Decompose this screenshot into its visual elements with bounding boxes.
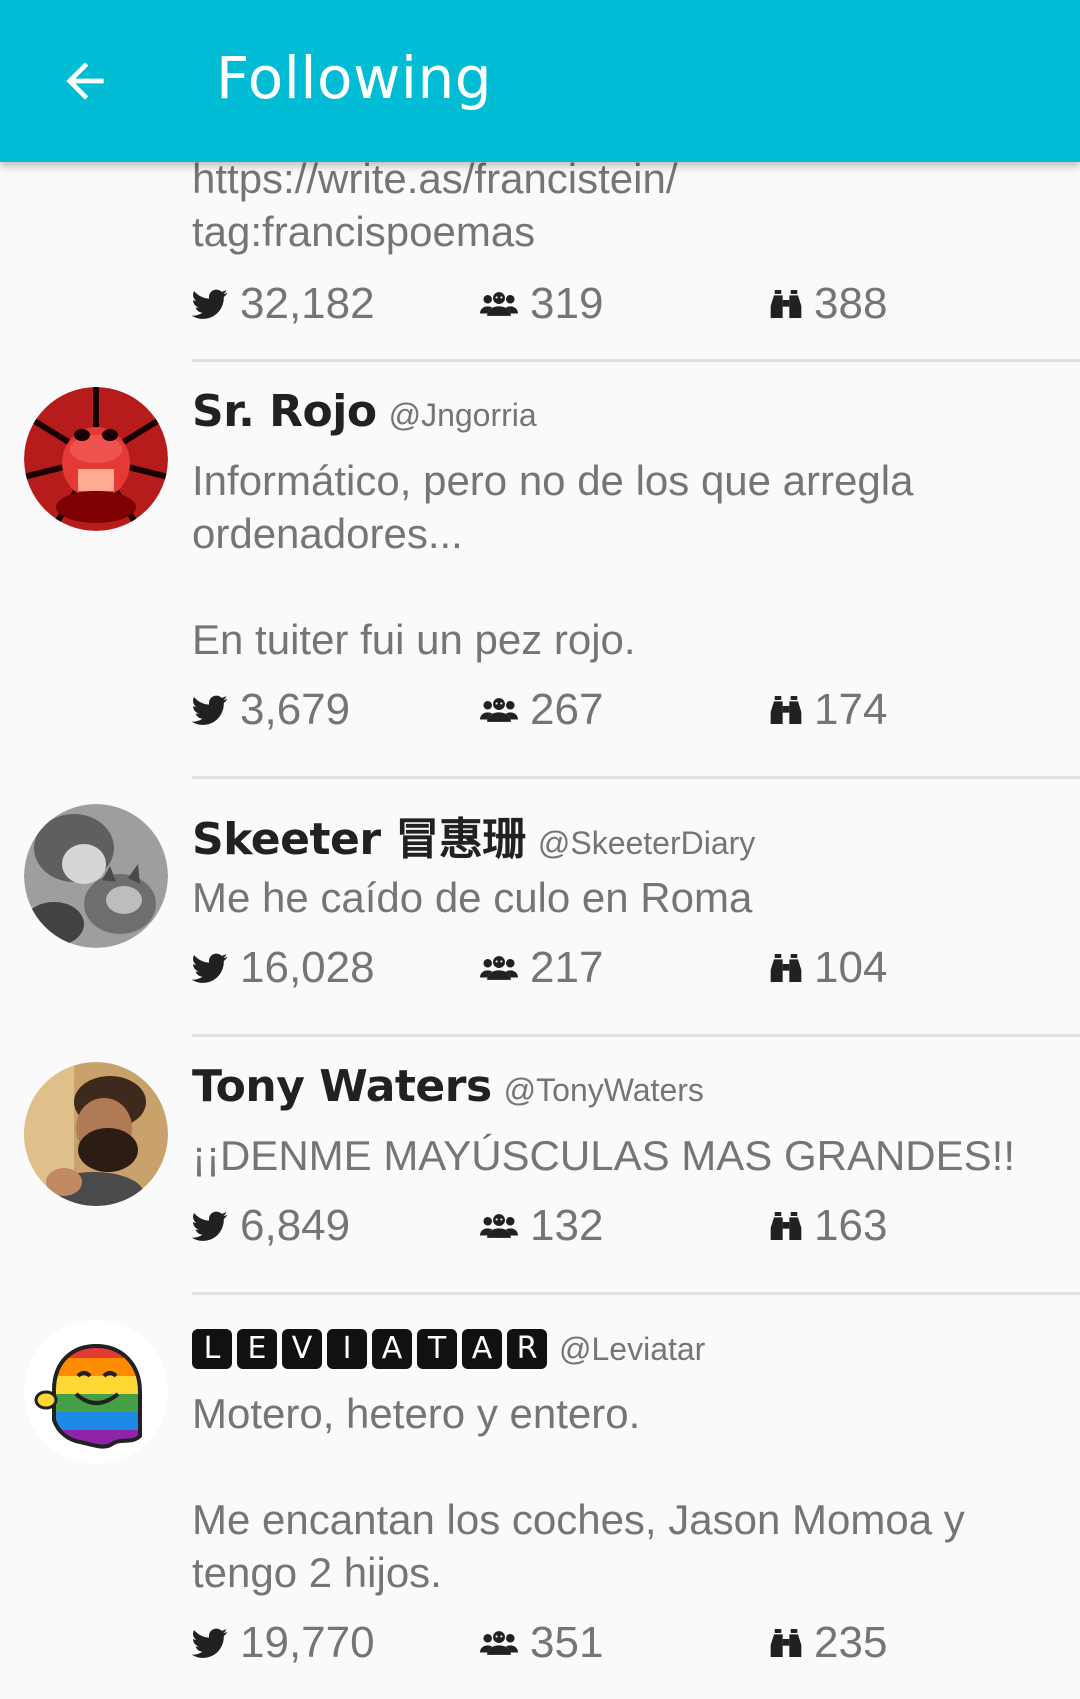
tweets-stat: 16,028: [192, 938, 375, 998]
followers-count: 217: [530, 943, 604, 992]
following-stat: 235: [770, 1613, 887, 1673]
name-letter: A: [462, 1329, 502, 1369]
binoculars-icon: [770, 288, 802, 320]
binoculars-icon: [770, 694, 802, 726]
following-count: 388: [814, 279, 888, 328]
following-stat: 163: [770, 1196, 887, 1256]
user-content: Skeeter 冒惠珊 @SkeeterDiary Me he caído de…: [192, 803, 1080, 998]
avatar[interactable]: [24, 1320, 168, 1464]
tweets-stat: 6,849: [192, 1196, 350, 1256]
group-icon: [480, 289, 518, 319]
user-bio: https://write.as/francistein/tag:francis…: [192, 152, 1080, 258]
following-list[interactable]: https://write.as/francistein/tag:francis…: [0, 0, 1080, 1699]
group-icon: [480, 953, 518, 983]
following-count: 174: [814, 685, 888, 734]
arrow-left-icon: [66, 62, 104, 100]
bird-icon: [192, 1625, 228, 1661]
bird-icon: [192, 286, 228, 322]
followers-stat: 351: [480, 1613, 603, 1673]
user-content: L E V I A T A R @Leviatar Motero, hetero…: [192, 1319, 1080, 1673]
divider: [192, 776, 1080, 779]
app-bar: Following: [0, 0, 1080, 162]
back-button[interactable]: [50, 46, 120, 116]
followers-stat: 319: [480, 274, 603, 334]
name-line: L E V I A T A R @Leviatar: [192, 1319, 1080, 1379]
user-stats: 32,182 319 388: [192, 274, 1080, 334]
user-name: L E V I A T A R: [192, 1329, 547, 1369]
bird-icon: [192, 950, 228, 986]
bio-line: tag:francispoemas: [192, 208, 536, 255]
user-name: Skeeter 冒惠珊: [192, 814, 526, 865]
user-stats: 16,028 217 104: [192, 938, 1080, 998]
binoculars-icon: [770, 1210, 802, 1242]
following-stat: 174: [770, 680, 887, 740]
tweets-count: 32,182: [240, 279, 375, 328]
group-icon: [480, 1211, 518, 1241]
name-letter: E: [237, 1329, 277, 1369]
name-line: Skeeter 冒惠珊 @SkeeterDiary: [192, 803, 1080, 865]
user-handle: @SkeeterDiary: [537, 825, 756, 861]
user-bio: Informático, pero no de los que arregla …: [192, 457, 914, 663]
user-content: Tony Waters @TonyWaters ¡¡DENME MAYÚSCUL…: [192, 1061, 1080, 1256]
following-stat: 388: [770, 274, 887, 334]
following-stat: 104: [770, 938, 887, 998]
followers-stat: 267: [480, 680, 603, 740]
user-handle: @Jngorria: [388, 397, 537, 433]
followers-stat: 217: [480, 938, 603, 998]
user-bio: ¡¡DENME MAYÚSCULAS MAS GRANDES!!: [192, 1132, 1015, 1179]
tweets-stat: 19,770: [192, 1613, 375, 1673]
user-bio: Me he caído de culo en Roma: [192, 874, 753, 921]
name-line: Tony Waters @TonyWaters: [192, 1061, 1080, 1121]
page-title: Following: [216, 44, 493, 112]
tweets-count: 6,849: [240, 1201, 351, 1250]
user-content: https://write.as/francistein/tag:francis…: [192, 152, 1080, 334]
tweets-count: 3,679: [240, 685, 351, 734]
divider: [192, 359, 1080, 362]
avatar[interactable]: [24, 387, 168, 531]
avatar[interactable]: [24, 804, 168, 948]
followers-count: 319: [530, 279, 604, 328]
name-letter: A: [372, 1329, 412, 1369]
following-count: 235: [814, 1618, 888, 1667]
followers-count: 132: [530, 1201, 604, 1250]
user-stats: 3,679 267 174: [192, 680, 1080, 740]
binoculars-icon: [770, 1627, 802, 1659]
following-count: 104: [814, 943, 888, 992]
user-stats: 6,849 132 163: [192, 1196, 1080, 1256]
tweets-stat: 3,679: [192, 680, 350, 740]
followers-count: 351: [530, 1618, 604, 1667]
group-icon: [480, 1628, 518, 1658]
followers-stat: 132: [480, 1196, 603, 1256]
user-stats: 19,770 351 235: [192, 1613, 1080, 1673]
user-name: Sr. Rojo: [192, 386, 377, 437]
name-letter: L: [192, 1329, 232, 1369]
following-count: 163: [814, 1201, 888, 1250]
bird-icon: [192, 692, 228, 728]
name-letter: I: [327, 1329, 367, 1369]
name-line: Sr. Rojo @Jngorria: [192, 386, 1080, 446]
group-icon: [480, 695, 518, 725]
user-handle: @Leviatar: [559, 1330, 706, 1367]
name-letter: T: [417, 1329, 457, 1369]
avatar[interactable]: [24, 1062, 168, 1206]
tweets-count: 19,770: [240, 1618, 375, 1667]
bird-icon: [192, 1208, 228, 1244]
tweets-stat: 32,182: [192, 274, 375, 334]
name-letter: R: [507, 1329, 547, 1369]
user-handle: @TonyWaters: [503, 1072, 704, 1108]
tweets-count: 16,028: [240, 943, 375, 992]
name-letter: V: [282, 1329, 322, 1369]
followers-count: 267: [530, 685, 604, 734]
user-bio: Motero, hetero y entero. Me encantan los…: [192, 1390, 965, 1596]
binoculars-icon: [770, 952, 802, 984]
divider: [192, 1292, 1080, 1295]
user-content: Sr. Rojo @Jngorria Informático, pero no …: [192, 386, 1080, 740]
user-name: Tony Waters: [192, 1061, 492, 1112]
divider: [192, 1034, 1080, 1037]
